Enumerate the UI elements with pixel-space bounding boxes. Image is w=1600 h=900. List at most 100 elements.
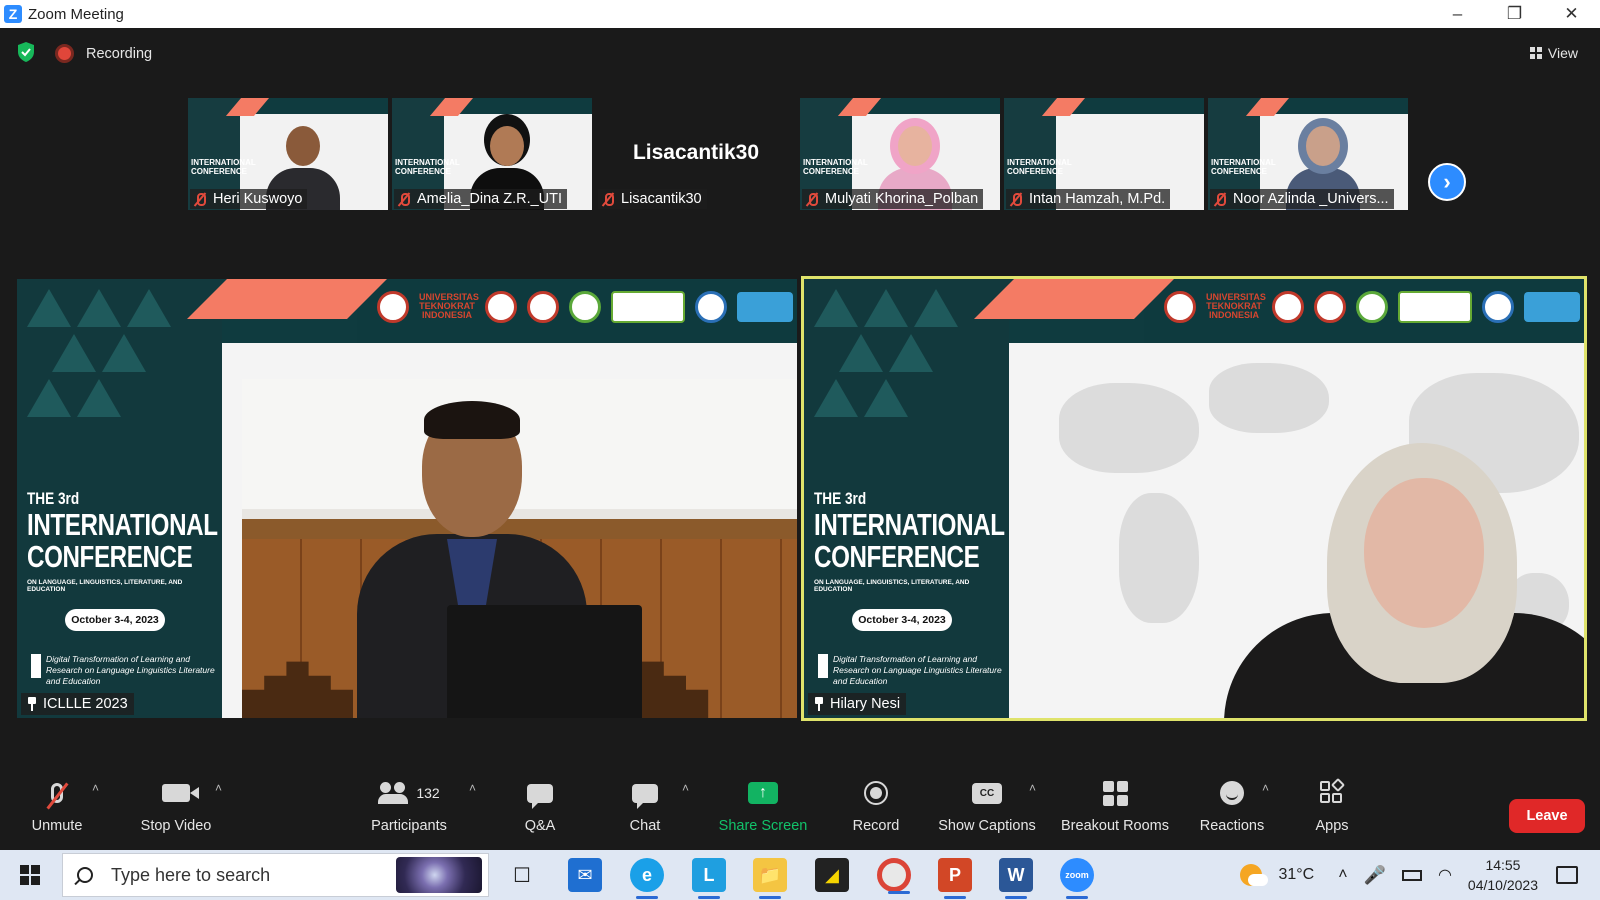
- pin-icon: [27, 697, 37, 711]
- window-titlebar: Z Zoom Meeting – ❐ ✕: [0, 0, 1600, 28]
- participant-thumbnail[interactable]: Lisacantik30 Lisacantik30: [596, 98, 796, 210]
- next-page-button[interactable]: ›: [1428, 163, 1466, 201]
- apps-icon: [1320, 777, 1346, 805]
- stop-video-button[interactable]: Stop Video: [128, 768, 224, 850]
- tile-name-label: ICLLLE 2023: [21, 693, 134, 715]
- slide-tagline: Digital Transformation of Learning and R…: [818, 654, 1003, 687]
- windows-taskbar: Type here to search ☐ ✉ e L 📁 ◢ P W zoom…: [0, 850, 1600, 900]
- file-explorer-icon[interactable]: 📁: [753, 858, 787, 899]
- video-tile-iclle[interactable]: UNIVERSITAS TEKNOKRAT INDONESIA THE 3rd …: [17, 279, 797, 718]
- closed-captions-icon: CC: [972, 782, 1002, 804]
- chrome-browser-icon[interactable]: [877, 858, 911, 894]
- taskbar-clock[interactable]: 14:55 04/10/2023: [1468, 855, 1538, 895]
- taskbar-search-box[interactable]: Type here to search: [62, 853, 489, 897]
- recording-indicator[interactable]: Recording: [55, 44, 152, 63]
- breakout-rooms-icon: [1102, 780, 1128, 806]
- sponsor-logos: UNIVERSITAS TEKNOKRAT INDONESIA: [1164, 291, 1580, 323]
- word-icon[interactable]: W: [999, 858, 1033, 899]
- participant-thumbnail[interactable]: INTERNATIONAL CONFERENCE Mulyati Khorina_…: [800, 98, 1000, 210]
- video-options-chevron-icon[interactable]: ˄: [215, 781, 222, 795]
- kampus-merdeka-logo-icon: [737, 292, 793, 322]
- tile-name-label: Hilary Nesi: [808, 693, 907, 715]
- university-seal-icon: [1164, 291, 1196, 323]
- qa-button[interactable]: Q&A: [515, 768, 565, 850]
- share-screen-button[interactable]: ↑ Share Screen: [713, 768, 813, 850]
- university-logo-text: UNIVERSITAS TEKNOKRAT INDONESIA: [1206, 292, 1266, 320]
- view-grid-icon: [1529, 47, 1542, 59]
- participants-icon: [378, 782, 409, 804]
- chat-button[interactable]: Chat: [622, 768, 668, 850]
- participant-thumbnail[interactable]: INTERNATIONAL CONFERENCE Intan Hamzah, M.…: [1004, 98, 1204, 210]
- leaf-logo-icon: [569, 291, 601, 323]
- reactions-smiley-icon: [1220, 781, 1244, 805]
- thumbnail-slide-text: INTERNATIONAL CONFERENCE: [395, 158, 460, 176]
- speaker-video-feed: [1009, 343, 1584, 718]
- wifi-icon[interactable]: ◠: [1438, 865, 1452, 885]
- audio-options-chevron-icon[interactable]: ˄: [92, 781, 99, 795]
- notification-center-icon[interactable]: [1556, 866, 1578, 884]
- participant-name-label: Noor Azlinda _Univers...: [1210, 189, 1394, 209]
- participant-display-name: Lisacantik30: [632, 141, 760, 164]
- leave-button[interactable]: Leave: [1509, 799, 1585, 833]
- restore-button[interactable]: ❐: [1486, 0, 1543, 28]
- mic-muted-icon: [397, 192, 411, 206]
- reactions-button[interactable]: Reactions: [1196, 768, 1268, 850]
- microphone-icon[interactable]: 🎤: [1364, 865, 1386, 886]
- iclle-logo-icon: [1314, 291, 1346, 323]
- thumbnail-slide-text: INTERNATIONAL CONFERENCE: [191, 158, 256, 176]
- mic-muted-icon: [805, 192, 819, 206]
- slide-date: October 3-4, 2023: [852, 609, 952, 631]
- award-badge-icon: [485, 291, 517, 323]
- apps-button[interactable]: Apps: [1313, 768, 1351, 850]
- view-label: View: [1547, 45, 1578, 61]
- ministry-logo-icon: [695, 291, 727, 323]
- mic-muted-icon: [1213, 192, 1227, 206]
- leaf-logo-icon: [1356, 291, 1388, 323]
- video-tile-hilary-nesi[interactable]: UNIVERSITAS TEKNOKRAT INDONESIA THE 3rd …: [801, 276, 1587, 721]
- participant-name-label: Amelia_Dina Z.R._UTI: [394, 189, 568, 209]
- ministry-logo-icon: [1482, 291, 1514, 323]
- weather-icon[interactable]: [1240, 864, 1269, 886]
- share-screen-arrow-icon: ↑: [748, 782, 778, 804]
- participant-thumbnail[interactable]: INTERNATIONAL CONFERENCE Heri Kuswoyo: [188, 98, 388, 210]
- mic-muted-icon: [601, 192, 615, 206]
- reactions-options-chevron-icon[interactable]: ˄: [1262, 781, 1269, 795]
- pin-icon: [814, 697, 824, 711]
- window-title: Zoom Meeting: [28, 5, 124, 23]
- l-app-icon[interactable]: L: [692, 858, 726, 899]
- speaker-video-feed: [242, 379, 797, 718]
- zoom-logo-icon: Z: [4, 5, 22, 23]
- participants-button[interactable]: 132 Participants: [364, 768, 454, 850]
- mail-icon[interactable]: ✉: [568, 858, 602, 892]
- chevron-up-icon[interactable]: ˄: [1338, 866, 1347, 884]
- windows-start-icon[interactable]: [20, 865, 40, 885]
- unmute-button[interactable]: Unmute: [22, 768, 92, 850]
- record-button[interactable]: Record: [848, 768, 904, 850]
- award-badge-icon: [1272, 291, 1304, 323]
- participants-options-chevron-icon[interactable]: ˄: [469, 781, 476, 795]
- video-camera-icon: [162, 784, 199, 802]
- minimize-button[interactable]: –: [1429, 0, 1486, 28]
- zoom-app-icon[interactable]: zoom: [1060, 858, 1094, 899]
- task-view-icon[interactable]: ☐: [505, 858, 539, 892]
- thumbnail-slide-text: INTERNATIONAL CONFERENCE: [1007, 158, 1072, 176]
- slide-tagline: Digital Transformation of Learning and R…: [31, 654, 216, 687]
- participant-thumbnail[interactable]: INTERNATIONAL CONFERENCE Noor Azlinda _Un…: [1208, 98, 1408, 210]
- captions-options-chevron-icon[interactable]: ˄: [1029, 781, 1036, 795]
- battery-icon[interactable]: [1401, 869, 1422, 881]
- sticky-notes-icon[interactable]: ◢: [815, 858, 849, 892]
- show-captions-button[interactable]: CC Show Captions: [934, 768, 1040, 850]
- close-button[interactable]: ✕: [1543, 0, 1600, 28]
- chat-options-chevron-icon[interactable]: ˄: [682, 781, 689, 795]
- recording-label: Recording: [86, 45, 153, 62]
- participant-thumbnail[interactable]: INTERNATIONAL CONFERENCE Amelia_Dina Z.R.…: [392, 98, 592, 210]
- slide-date: October 3-4, 2023: [65, 609, 165, 631]
- window-controls: – ❐ ✕: [1429, 0, 1600, 28]
- slide-title: THE 3rd INTERNATIONAL CONFERENCE ON LANG…: [814, 489, 1005, 593]
- security-shield-icon[interactable]: [16, 41, 36, 63]
- breakout-rooms-button[interactable]: Breakout Rooms: [1055, 768, 1175, 850]
- temperature[interactable]: 31°C: [1278, 866, 1314, 884]
- view-button[interactable]: View: [1522, 40, 1586, 66]
- powerpoint-icon[interactable]: P: [938, 858, 972, 899]
- edge-browser-icon[interactable]: e: [630, 858, 664, 899]
